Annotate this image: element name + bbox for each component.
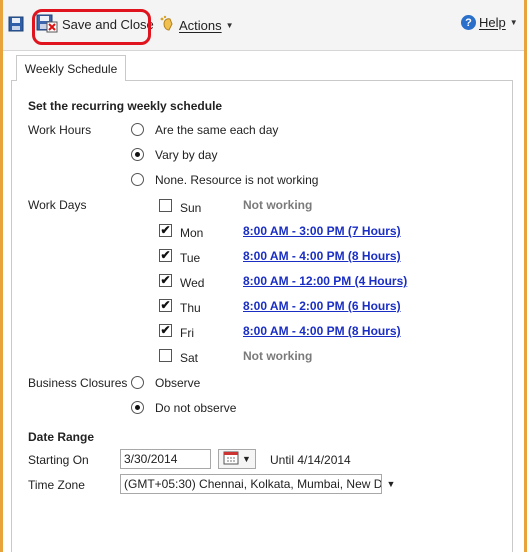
radio-same-each-day-label: Are the same each day [155, 123, 279, 137]
checkbox-fri[interactable]: ✔ [159, 324, 172, 337]
calendar-icon [223, 451, 239, 468]
checkbox-thu[interactable]: ✔ [159, 299, 172, 312]
chevron-down-icon: ▼ [509, 18, 518, 27]
chevron-down-icon: ▼ [225, 21, 234, 30]
radio-do-not-observe[interactable] [131, 401, 144, 414]
work-days-label: Work Days [28, 198, 87, 212]
radio-observe[interactable] [131, 376, 144, 389]
day-label-thu: Thu [180, 301, 201, 315]
save-icon[interactable] [8, 16, 24, 32]
checkbox-mon[interactable]: ✔ [159, 224, 172, 237]
help-icon: ? [461, 15, 476, 30]
save-and-close-button[interactable]: Save and Close [36, 13, 154, 35]
day-label-mon: Mon [180, 226, 204, 240]
help-menu-button[interactable]: ? Help ▼ [461, 15, 518, 30]
actions-menu-button[interactable]: Actions ▼ [159, 15, 234, 36]
date-picker-button[interactable]: ▼ [218, 449, 256, 469]
actions-icon [159, 15, 177, 36]
radio-vary-by-day[interactable] [131, 148, 144, 161]
starting-on-input[interactable]: 3/30/2014 [120, 449, 211, 469]
until-date-text: Until 4/14/2014 [270, 453, 351, 467]
chevron-down-icon: ▼ [242, 454, 251, 464]
time-zone-select[interactable]: (GMT+05:30) Chennai, Kolkata, Mumbai, Ne… [120, 474, 400, 494]
business-closures-label: Business Closures [28, 376, 128, 390]
radio-observe-label: Observe [155, 376, 201, 390]
tab-weekly-schedule[interactable]: Weekly Schedule [16, 55, 126, 81]
hours-link-fri[interactable]: 8:00 AM - 4:00 PM (8 Hours) [243, 324, 401, 338]
checkbox-sun[interactable] [159, 199, 172, 212]
save-close-icon [36, 13, 58, 36]
time-zone-label: Time Zone [28, 478, 85, 492]
starting-on-label: Starting On [28, 453, 89, 467]
window-frame-left [0, 0, 3, 552]
checkbox-wed[interactable]: ✔ [159, 274, 172, 287]
hours-link-mon[interactable]: 8:00 AM - 3:00 PM (7 Hours) [243, 224, 401, 238]
hours-link-thu[interactable]: 8:00 AM - 2:00 PM (6 Hours) [243, 299, 401, 313]
radio-do-not-observe-label: Do not observe [155, 401, 237, 415]
radio-same-each-day[interactable] [131, 123, 144, 136]
time-zone-dropdown-button[interactable]: ▼ [381, 474, 400, 494]
schedule-heading: Set the recurring weekly schedule [28, 99, 223, 113]
checkbox-tue[interactable]: ✔ [159, 249, 172, 262]
day-label-sun: Sun [180, 201, 202, 215]
actions-label: Actions [179, 18, 222, 33]
day-label-sat: Sat [180, 351, 199, 365]
save-close-label: Save and Close [62, 16, 154, 32]
hours-link-wed[interactable]: 8:00 AM - 12:00 PM (4 Hours) [243, 274, 407, 288]
help-label: Help [479, 15, 506, 30]
radio-not-working[interactable] [131, 173, 144, 186]
work-hours-label: Work Hours [28, 123, 92, 137]
hours-link-tue[interactable]: 8:00 AM - 4:00 PM (8 Hours) [243, 249, 401, 263]
chevron-down-icon: ▼ [386, 479, 396, 489]
time-zone-value: (GMT+05:30) Chennai, Kolkata, Mumbai, Ne… [124, 477, 383, 491]
hours-sat: Not working [243, 349, 313, 363]
hours-sun: Not working [243, 198, 313, 212]
date-range-heading: Date Range [28, 430, 95, 444]
day-label-wed: Wed [180, 276, 205, 290]
tab-join [17, 79, 125, 82]
day-label-fri: Fri [180, 326, 194, 340]
day-label-tue: Tue [180, 251, 201, 265]
radio-vary-by-day-label: Vary by day [155, 148, 218, 162]
checkbox-sat[interactable] [159, 349, 172, 362]
toolbar: Save and Close Actions ▼ ? Help ▼ [3, 0, 524, 51]
radio-not-working-label: None. Resource is not working [155, 173, 319, 187]
tab-label: Weekly Schedule [24, 61, 118, 76]
